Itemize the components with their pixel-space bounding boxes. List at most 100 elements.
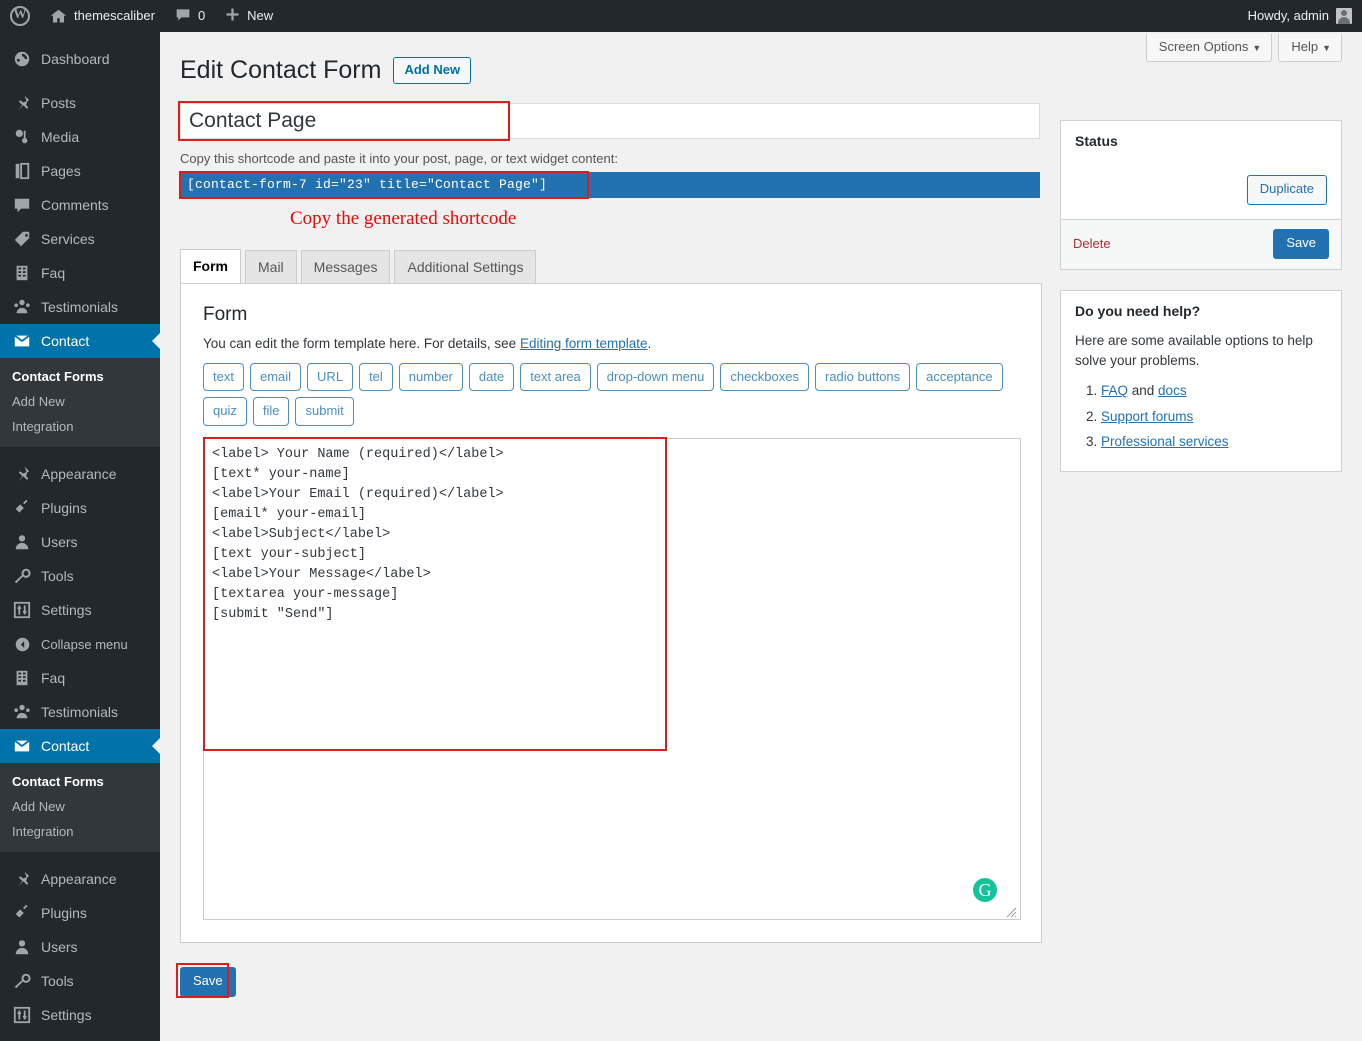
sidebar-item-appearance[interactable]: Appearance	[0, 457, 160, 491]
sidebar-item-label: Settings	[41, 602, 92, 618]
submenu-item-add-new[interactable]: Add New	[0, 389, 160, 414]
sidebar-item-services[interactable]: Services	[0, 222, 160, 256]
page-title: Edit Contact Form	[180, 56, 382, 84]
sidebar-item-label: Media	[41, 129, 80, 145]
tab-mail[interactable]: Mail	[245, 249, 297, 284]
tag-button-file[interactable]: file	[252, 397, 290, 426]
status-box-footer: Delete Save	[1061, 218, 1341, 269]
tag-button-email[interactable]: email	[249, 362, 302, 392]
tag-button-number[interactable]: number	[398, 362, 463, 392]
sidebar-item-testimonials-2[interactable]: Testimonials	[0, 695, 160, 729]
form-template-wrap: G	[203, 436, 1021, 920]
user-icon	[12, 532, 32, 552]
faq-link[interactable]: FAQ	[1101, 383, 1128, 398]
sidebar-item-dashboard[interactable]: Dashboard	[0, 42, 160, 76]
docs-link[interactable]: docs	[1158, 383, 1187, 398]
tag-button-url[interactable]: URL	[307, 362, 354, 392]
tag-button-tel[interactable]: tel	[359, 362, 393, 392]
help-links-list: FAQ and docs Support forums Professional…	[1075, 381, 1327, 452]
main-content: Screen Options ▼ Help ▼ Edit Contact Form …	[160, 32, 1362, 1041]
submenu-item-add-new[interactable]: Add New	[0, 794, 160, 819]
save-button-sidebar[interactable]: Save	[1273, 228, 1329, 259]
tag-button-quiz[interactable]: quiz	[203, 397, 247, 426]
editing-form-template-link[interactable]: Editing form template	[520, 336, 648, 351]
sidebar-item-comments[interactable]: Comments	[0, 188, 160, 222]
site-name-menu[interactable]: themescaliber	[40, 0, 165, 32]
sidebar-item-label: Settings	[41, 1007, 92, 1023]
sidebar-item-settings[interactable]: Settings	[0, 593, 160, 627]
sidebar-item-label: Comments	[41, 197, 109, 213]
sidebar-item-plugins-2[interactable]: Plugins	[0, 896, 160, 930]
comments-menu[interactable]: 0	[165, 0, 215, 32]
paintbrush-icon	[12, 464, 32, 484]
sidebar-item-users[interactable]: Users	[0, 525, 160, 559]
shortcode-value[interactable]: [contact-form-7 id="23" title="Contact P…	[180, 171, 1040, 198]
sidebar-item-faq-2[interactable]: Faq	[0, 661, 160, 695]
sidebar-item-collapse-menu[interactable]: Collapse menu	[0, 627, 160, 661]
sidebar-item-label: Tools	[41, 973, 74, 989]
page-header: Edit Contact Form Add New	[180, 54, 1342, 87]
sidebar-item-settings-2[interactable]: Settings	[0, 998, 160, 1032]
tag-button-radio-buttons[interactable]: radio buttons	[815, 362, 911, 392]
plus-icon	[225, 7, 240, 25]
tag-button-checkboxes[interactable]: checkboxes	[720, 362, 809, 392]
users-group-icon	[12, 297, 32, 317]
tag-icon	[12, 229, 32, 249]
sidebar-item-faq[interactable]: Faq	[0, 256, 160, 290]
sidebar-item-tools[interactable]: Tools	[0, 559, 160, 593]
sidebar-item-label: Appearance	[41, 871, 117, 887]
help-box: Do you need help? Here are some availabl…	[1060, 289, 1342, 473]
form-panel-description: You can edit the form template here. For…	[203, 336, 1019, 351]
form-template-textarea[interactable]	[203, 437, 1021, 920]
new-content-menu[interactable]: New	[215, 0, 283, 32]
tag-button-submit[interactable]: submit	[295, 397, 354, 426]
submenu-item-integration[interactable]: Integration	[0, 414, 160, 439]
support-forums-link[interactable]: Support forums	[1101, 409, 1193, 424]
sidebar-item-media[interactable]: Media	[0, 120, 160, 154]
tab-messages[interactable]: Messages	[300, 249, 391, 284]
wrench-icon	[12, 566, 32, 586]
comment-count: 0	[197, 8, 206, 23]
howdy-menu[interactable]: Howdy, admin	[1238, 0, 1362, 32]
save-button-bottom[interactable]: Save	[180, 966, 236, 997]
sidebar-item-testimonials[interactable]: Testimonials	[0, 290, 160, 324]
delete-link[interactable]: Delete	[1073, 236, 1111, 251]
sidebar-item-posts[interactable]: Posts	[0, 86, 160, 120]
sliders-icon	[12, 1005, 32, 1025]
envelope-icon	[12, 331, 32, 351]
submenu-item-integration[interactable]: Integration	[0, 819, 160, 844]
sidebar-item-plugins[interactable]: Plugins	[0, 491, 160, 525]
sidebar-item-tools-2[interactable]: Tools	[0, 964, 160, 998]
new-label: New	[247, 8, 274, 23]
duplicate-button[interactable]: Duplicate	[1246, 175, 1327, 205]
sidebar-item-users-2[interactable]: Users	[0, 930, 160, 964]
sidebar-item-label: Pages	[41, 163, 81, 179]
document-icon	[12, 668, 32, 688]
tab-additional-settings[interactable]: Additional Settings	[394, 249, 537, 284]
tag-button-drop-down-menu[interactable]: drop-down menu	[596, 362, 715, 392]
grammarly-icon[interactable]: G	[973, 877, 997, 902]
tag-button-text[interactable]: text	[203, 362, 244, 392]
sidebar-item-contact-2[interactable]: Contact	[0, 729, 160, 763]
sidebar-item-label: Users	[41, 534, 78, 550]
sidebar-item-appearance-2[interactable]: Appearance	[0, 862, 160, 896]
tag-button-date[interactable]: date	[468, 362, 515, 392]
dashboard-icon	[12, 49, 32, 69]
form-title-input[interactable]	[180, 102, 1040, 139]
description-text-post: .	[647, 335, 652, 351]
sidebar-item-pages[interactable]: Pages	[0, 154, 160, 188]
collapse-arrow-icon	[12, 634, 32, 654]
list-item: Professional services	[1101, 432, 1327, 452]
tag-button-text-area[interactable]: text area	[520, 362, 591, 392]
admin-bar: themescaliber 0 New Howdy, admin	[0, 0, 1362, 32]
wp-logo-menu[interactable]	[0, 0, 40, 32]
professional-services-link[interactable]: Professional services	[1101, 434, 1229, 449]
tag-button-acceptance[interactable]: acceptance	[916, 362, 1003, 392]
add-new-button[interactable]: Add New	[393, 56, 472, 84]
sidebar-item-contact[interactable]: Contact	[0, 324, 160, 358]
tab-form[interactable]: Form	[180, 248, 241, 284]
sidebar-item-label: Plugins	[41, 500, 87, 516]
